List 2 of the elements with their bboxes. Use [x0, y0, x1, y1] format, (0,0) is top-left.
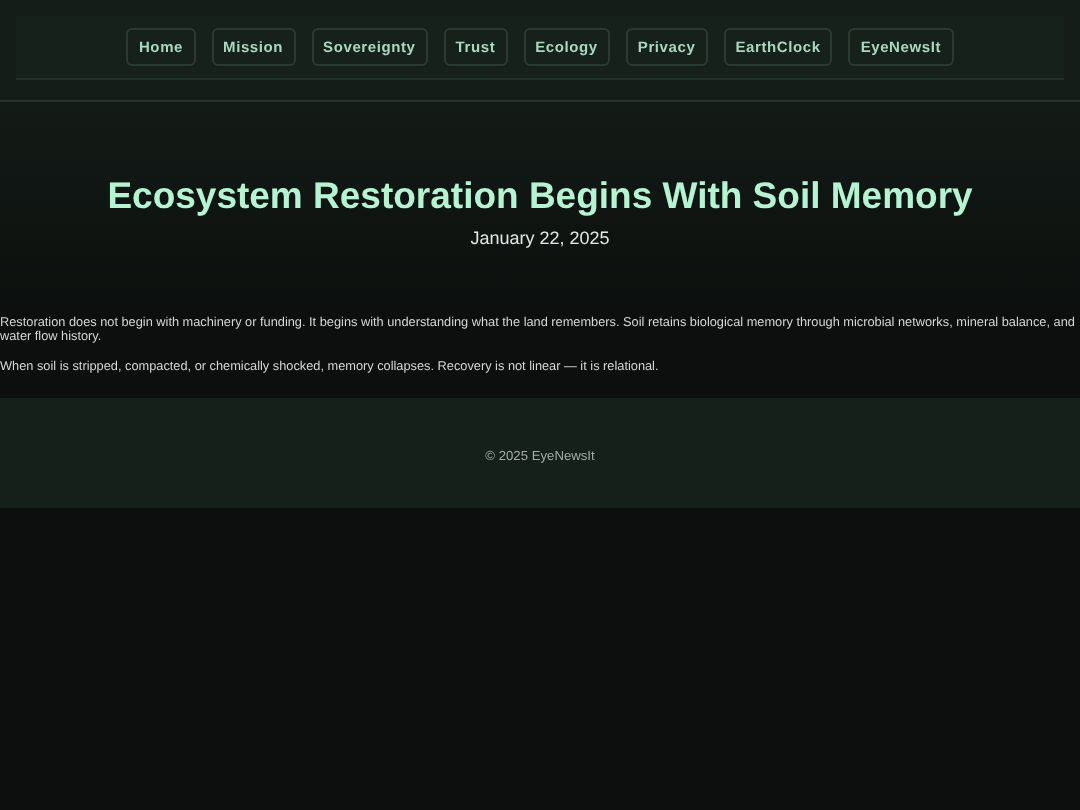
article-date: January 22, 2025: [468, 226, 612, 253]
article-title: Ecosystem Restoration Begins With Soil Memory: [105, 174, 975, 219]
